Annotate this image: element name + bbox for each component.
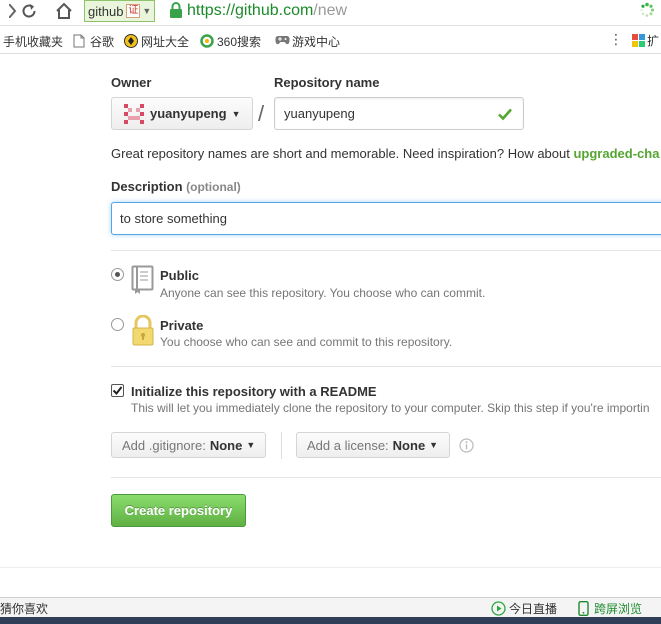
bookmark-label: 网址大全	[141, 34, 190, 49]
live-today-label: 今日直播	[509, 602, 558, 616]
more-icon[interactable]: ⋮	[609, 31, 623, 48]
reload-icon[interactable]	[16, 0, 42, 22]
search-360-icon	[200, 34, 214, 48]
license-select[interactable]: Add a license: None ▼	[296, 432, 450, 458]
owner-label: Owner	[111, 75, 152, 90]
repo-name-label: Repository name	[274, 75, 380, 90]
create-repository-button[interactable]: Create repository	[111, 494, 246, 527]
site-badge-label: github	[88, 3, 124, 19]
bookmark-label: 谷歌	[90, 34, 115, 49]
optional-tag: (optional)	[186, 180, 241, 194]
init-readme-desc: This will let you immediately clone the …	[131, 401, 650, 415]
page-icon	[73, 34, 87, 48]
divider	[0, 567, 661, 568]
taskbar-strip	[0, 617, 661, 624]
divider	[281, 432, 282, 459]
chevron-down-icon: ▼	[429, 440, 439, 450]
divider	[111, 477, 661, 478]
private-option-desc: You choose who can see and commit to thi…	[160, 335, 453, 349]
home-icon[interactable]	[51, 0, 77, 22]
nav-icon	[124, 34, 138, 48]
chevron-down-icon: ▼	[231, 108, 241, 119]
public-radio[interactable]	[111, 268, 124, 281]
bookmark-label: 360搜索	[217, 34, 262, 49]
play-icon	[491, 601, 506, 616]
public-option-title[interactable]: Public	[160, 268, 199, 283]
grid-icon	[632, 34, 645, 47]
gitignore-value: None	[209, 437, 243, 453]
url-path: /new	[313, 2, 348, 19]
certificate-badge[interactable]: 证	[126, 4, 141, 18]
repo-book-icon	[131, 265, 155, 295]
cross-screen-button[interactable]: 跨屏浏览	[578, 600, 642, 617]
hint-text: Great repository names are short and mem…	[111, 146, 574, 161]
bookmark-game-center[interactable]: 游戏中心	[275, 32, 340, 50]
avatar	[124, 103, 144, 124]
bookmark-label: 游戏中心	[292, 34, 341, 49]
owner-repo-separator: /	[258, 101, 265, 126]
divider	[111, 250, 661, 251]
extensions-button[interactable]: 扩	[632, 32, 659, 49]
bookmark-mobile-favorites[interactable]: 手机收藏夹	[3, 32, 63, 50]
bookmark-nav-site[interactable]: 网址大全	[124, 32, 189, 50]
bookmarks-bar: 手机收藏夹 谷歌 网址大全 360搜索 游戏中心 ⋮ 扩	[0, 27, 661, 54]
address-bar: github 证 ▼ https://github.com/new	[0, 0, 661, 26]
gitignore-label: Add .gitignore:	[122, 437, 206, 453]
bookmark-label: 手机收藏夹	[3, 34, 64, 49]
name-suggestion-link[interactable]: upgraded-cha	[573, 146, 659, 161]
url-field[interactable]: https://github.com/new	[187, 0, 347, 22]
status-bar: 猜你喜欢 今日直播 跨屏浏览	[0, 597, 661, 617]
description-label: Description (optional)	[111, 179, 241, 194]
bookmark-google[interactable]: 谷歌	[73, 32, 114, 50]
license-label: Add a license:	[307, 437, 389, 453]
check-icon	[497, 106, 513, 122]
init-readme-checkbox[interactable]	[111, 384, 124, 397]
recommendations-link[interactable]: 猜你喜欢	[0, 600, 48, 617]
private-radio[interactable]	[111, 318, 124, 331]
extensions-label: 扩	[647, 34, 660, 48]
license-value: None	[392, 437, 426, 453]
site-badge[interactable]: github 证 ▼	[84, 0, 156, 22]
bookmark-360-search[interactable]: 360搜索	[200, 32, 261, 50]
url-host: https://github.com	[187, 2, 314, 19]
description-input[interactable]	[111, 202, 661, 235]
lock-icon	[131, 314, 155, 347]
owner-select[interactable]: yuanyupeng ▼	[111, 97, 253, 130]
description-label-text: Description	[111, 179, 183, 194]
repo-name-input[interactable]	[274, 97, 524, 130]
lock-icon	[169, 2, 183, 18]
browser-window: github 证 ▼ https://github.com/new 手机收藏夹 …	[0, 0, 661, 624]
init-readme-title[interactable]: Initialize this repository with a README	[131, 384, 377, 399]
cross-screen-label: 跨屏浏览	[594, 602, 643, 616]
gamepad-icon	[275, 34, 290, 48]
private-option-title[interactable]: Private	[160, 318, 203, 333]
repo-name-hint: Great repository names are short and mem…	[111, 146, 659, 161]
chevron-down-icon: ▼	[246, 440, 256, 450]
loading-icon[interactable]	[639, 2, 655, 18]
owner-name: yuanyupeng	[150, 106, 227, 121]
divider	[111, 366, 661, 367]
info-icon[interactable]	[459, 438, 474, 453]
chevron-down-icon[interactable]: ▼	[142, 6, 151, 16]
public-option-desc: Anyone can see this repository. You choo…	[160, 286, 486, 300]
gitignore-select[interactable]: Add .gitignore: None ▼	[111, 432, 266, 458]
phone-icon	[578, 600, 589, 617]
live-today-button[interactable]: 今日直播	[491, 600, 557, 617]
